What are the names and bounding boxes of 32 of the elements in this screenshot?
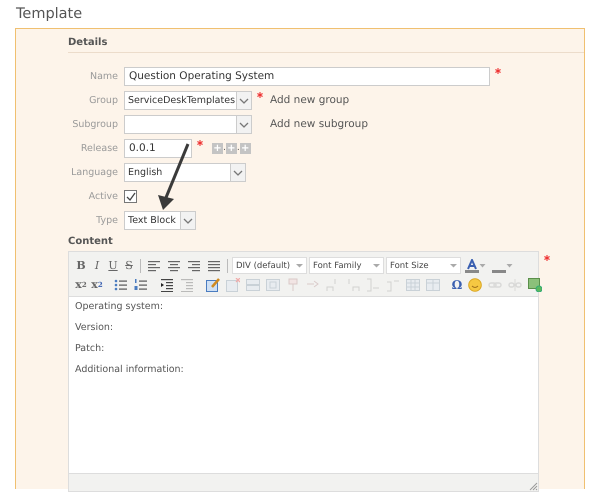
section-heading: Content [68,235,114,249]
format-button[interactable]: B [74,258,88,274]
dropdown[interactable]: DIV (default) [232,257,307,274]
dropdown[interactable]: ServiceDeskTemplates [124,90,252,110]
dropdown[interactable]: Text Block [124,210,196,230]
format-button[interactable]: U [106,258,120,274]
paragraph: Patch: [75,343,106,354]
field-label: Language [70,166,118,178]
field-label: Group [88,94,118,106]
field-label: Name [88,70,118,82]
format-button[interactable]: Ω [450,276,464,292]
dropdown[interactable]: Font Family [309,257,384,274]
paragraph: Version: [75,322,114,333]
field-label: Subgroup [71,118,118,130]
separator-dot: . [223,142,226,154]
field-label: Type [95,214,118,226]
add-link[interactable]: Add new group [270,94,350,106]
text-field[interactable]: Question Operating System [124,66,490,86]
paragraph: Operating system: [75,301,164,312]
editor-body[interactable]: Operating system: Version: Patch: Additional information: [69,296,538,474]
field-label: Active [88,190,118,202]
field-label: Release [80,142,118,154]
add-link[interactable]: Add new subgroup [270,118,368,130]
page-title: Template [15,6,84,24]
paragraph: Additional information: [75,364,185,375]
dropdown[interactable]: Font Size [386,257,461,274]
text-field[interactable]: 0.0.1 [124,138,192,158]
format-button[interactable]: S [122,258,136,274]
dropdown[interactable]: English [124,162,246,182]
section-heading: Details [68,29,584,53]
separator-dot: . [236,142,240,154]
format-button[interactable]: I [90,258,104,274]
